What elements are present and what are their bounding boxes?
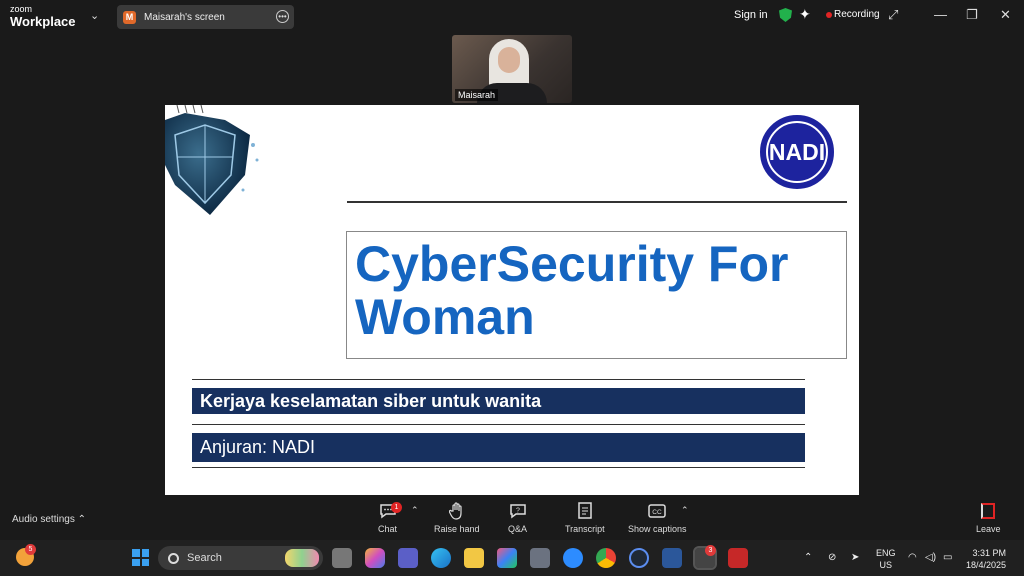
- volume-icon[interactable]: ◁): [925, 552, 936, 563]
- show-captions-button[interactable]: CC Show captions: [628, 501, 687, 534]
- slide-title-line2: Woman: [355, 289, 535, 345]
- windows-taskbar: 5 Search 3 ⌃ ⊘ ➤ ENG US ◠ ◁) ▭ 3:31 PM 1…: [0, 540, 1024, 576]
- search-placeholder: Search: [187, 552, 222, 564]
- transcript-button[interactable]: Transcript: [565, 501, 605, 534]
- screen-share-tab[interactable]: M Maisarah's screen •••: [117, 5, 294, 29]
- wifi-icon[interactable]: ◠: [908, 552, 917, 563]
- transcript-icon: [578, 502, 592, 519]
- security-shield-icon[interactable]: [779, 8, 792, 22]
- divider: [192, 379, 805, 380]
- task-view-icon[interactable]: [332, 548, 352, 568]
- qa-label: Q&A: [508, 524, 528, 534]
- battery-icon[interactable]: ▭: [943, 552, 952, 563]
- minimize-icon[interactable]: —: [934, 7, 947, 22]
- slide-title-box: CyberSecurity For Woman: [346, 231, 847, 359]
- recording-dot-icon: [826, 12, 832, 18]
- chevron-up-icon[interactable]: ⌃: [411, 505, 419, 516]
- audio-settings-button[interactable]: Audio settings ⌃: [12, 514, 86, 525]
- word-icon[interactable]: [662, 548, 682, 568]
- captions-icon: CC: [648, 504, 667, 518]
- mcafee-icon[interactable]: [728, 548, 748, 568]
- chevron-up-icon[interactable]: ⌃: [681, 505, 689, 516]
- chat-button[interactable]: 1 Chat: [378, 501, 402, 534]
- chat-badge: 1: [391, 502, 402, 513]
- search-highlight-art: [285, 549, 319, 567]
- slide-subtitle: Kerjaya keselamatan siber untuk wanita: [192, 388, 805, 414]
- chat-label: Chat: [378, 524, 398, 534]
- nadi-logo: NADI: [760, 115, 834, 189]
- discord-badge: 3: [705, 545, 716, 556]
- nadi-logo-text: NADI: [768, 138, 826, 165]
- start-button[interactable]: [132, 549, 149, 566]
- audio-settings-label: Audio settings: [12, 514, 75, 525]
- slide-organizer: Anjuran: NADI: [192, 433, 805, 462]
- participant-video[interactable]: Maisarah: [452, 35, 572, 103]
- leave-icon: [981, 503, 996, 519]
- zoom-app-icon[interactable]: [563, 548, 583, 568]
- svg-text:?: ?: [516, 508, 520, 515]
- clock-time: 3:31 PM: [972, 548, 1007, 558]
- teams-icon[interactable]: [398, 548, 418, 568]
- search-icon: [168, 552, 179, 564]
- hand-icon: [448, 502, 462, 520]
- utility-app-icon[interactable]: [530, 548, 550, 568]
- file-explorer-icon[interactable]: [464, 548, 484, 568]
- weather-badge: 5: [25, 544, 36, 555]
- taskbar-clock[interactable]: 3:31 PM 18/4/2025: [966, 547, 1006, 571]
- show-captions-label: Show captions: [628, 524, 687, 534]
- webex-icon[interactable]: [629, 548, 649, 568]
- leave-label: Leave: [976, 524, 1001, 534]
- zoom-titlebar: zoom Workplace ⌄ M Maisarah's screen •••…: [0, 0, 1024, 33]
- language-region: US: [879, 560, 893, 570]
- chrome-icon[interactable]: [596, 548, 616, 568]
- clock-date: 18/4/2025: [966, 560, 1007, 570]
- notifications-off-icon[interactable]: ⊘: [828, 552, 836, 563]
- close-icon[interactable]: ✕: [1000, 7, 1011, 23]
- ellipsis-icon[interactable]: •••: [276, 10, 289, 23]
- recording-indicator[interactable]: Recording: [834, 9, 880, 20]
- ai-companion-icon[interactable]: ✦: [799, 6, 811, 23]
- chevron-down-icon[interactable]: ⌄: [90, 9, 99, 22]
- zoom-brand[interactable]: zoom Workplace: [10, 4, 76, 29]
- divider: [347, 201, 847, 203]
- copilot-icon[interactable]: [365, 548, 385, 568]
- shared-slide: NADI CyberSecurity For Woman Kerjaya kes…: [165, 105, 859, 495]
- weather-icon[interactable]: 5: [16, 544, 36, 566]
- raise-hand-label: Raise hand: [434, 524, 480, 534]
- divider: [192, 424, 805, 425]
- brand-workplace-text: Workplace: [10, 14, 76, 29]
- divider: [192, 467, 805, 468]
- presenter-avatar: M: [123, 10, 136, 24]
- restore-icon[interactable]: ❐: [966, 7, 978, 23]
- location-icon[interactable]: ➤: [851, 552, 859, 563]
- brand-zoom-text: zoom: [10, 4, 33, 14]
- face-shape: [498, 47, 520, 73]
- qa-button[interactable]: ? Q&A: [508, 501, 527, 534]
- store-icon[interactable]: [497, 548, 517, 568]
- language-code: ENG: [876, 548, 896, 558]
- language-indicator[interactable]: ENG US: [876, 547, 896, 571]
- meeting-controls: Audio settings ⌃ 1 Chat ⌃ Raise hand ? Q…: [0, 496, 1024, 540]
- leave-button[interactable]: Leave: [976, 501, 1001, 534]
- cyber-shield-graphic: [165, 105, 259, 215]
- transcript-label: Transcript: [565, 524, 605, 534]
- edge-icon[interactable]: [431, 548, 451, 568]
- screen-share-label: Maisarah's screen: [144, 11, 225, 23]
- fullscreen-icon[interactable]: ⤢: [888, 7, 898, 23]
- participant-name: Maisarah: [455, 89, 499, 101]
- sign-in-button[interactable]: Sign in: [734, 9, 768, 21]
- qa-icon: ?: [509, 504, 526, 519]
- taskbar-search[interactable]: Search: [158, 546, 323, 570]
- slide-title-line1: CyberSecurity For: [355, 236, 789, 292]
- svg-text:CC: CC: [653, 509, 663, 516]
- raise-hand-button[interactable]: Raise hand: [434, 501, 480, 534]
- chevron-up-icon[interactable]: ⌃: [804, 552, 812, 563]
